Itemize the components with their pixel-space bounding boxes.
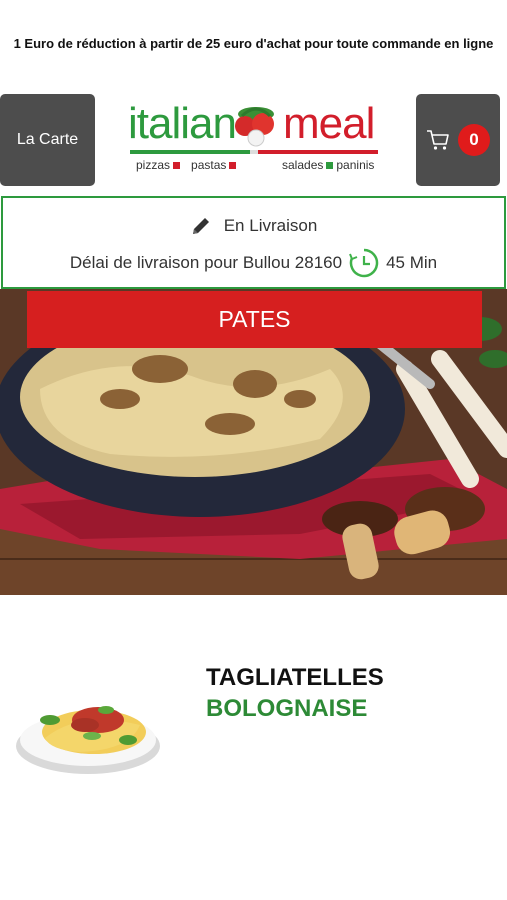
- logo-tag-pizzas: pizzas: [136, 158, 171, 172]
- product-title[interactable]: TAGLIATELLES BOLOGNAISE: [206, 662, 384, 724]
- logo-square-red: [229, 161, 237, 169]
- logo-text-italian: italian: [128, 99, 237, 148]
- promo-banner: 1 Euro de réduction à partir de 25 euro …: [13, 36, 494, 51]
- delivery-delay-value: 45 Min: [386, 253, 438, 272]
- brand-logo[interactable]: italian meal pizzas pastas salades panin…: [128, 96, 380, 182]
- logo-tagline-right: salades paninis: [282, 158, 374, 172]
- logo-underline-white: [250, 150, 258, 154]
- logo-tag-pastas: pastas: [191, 158, 227, 172]
- logo-underline-green: [130, 150, 250, 154]
- delivery-info-panel[interactable]: En Livraison Délai de livraison pour Bul…: [1, 196, 506, 289]
- delivery-delay-label: Délai de livraison pour Bullou 28160: [69, 253, 343, 272]
- logo-tag-paninis: paninis: [336, 158, 375, 172]
- clock-icon: [349, 248, 379, 278]
- product-title-line1: TAGLIATELLES: [206, 664, 384, 691]
- logo-underline-red: [258, 150, 378, 154]
- pencil-icon: [192, 218, 209, 234]
- logo-tagline-left: pizzas pastas: [136, 158, 237, 172]
- category-title: PATES: [27, 291, 482, 348]
- tomato-basil-icon: [235, 107, 274, 147]
- cart-count-badge: 0: [458, 124, 490, 156]
- delivery-mode: En Livraison: [223, 216, 318, 235]
- menu-button-label: La Carte: [16, 131, 79, 148]
- menu-button[interactable]: La Carte: [0, 94, 95, 186]
- logo-text-meal: meal: [283, 99, 375, 148]
- product-title-line2: BOLOGNAISE: [206, 695, 368, 722]
- logo-square-red: [173, 161, 181, 169]
- logo-tag-salades: salades: [282, 158, 324, 172]
- product-image[interactable]: [10, 690, 170, 780]
- logo-square-green: [326, 161, 334, 169]
- cart-button[interactable]: 0: [416, 94, 500, 186]
- cart-icon: [427, 130, 449, 150]
